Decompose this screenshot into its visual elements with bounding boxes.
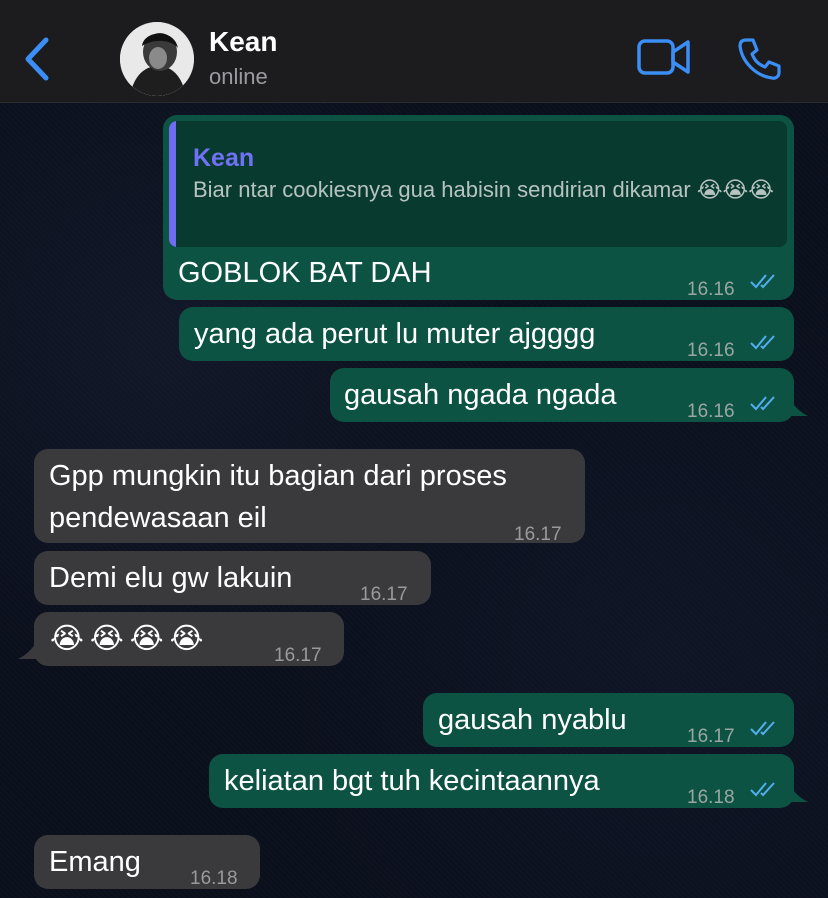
double-check-icon (750, 274, 775, 289)
message-text: gausah nyablu (438, 704, 627, 736)
message-text: keliatan bgt tuh kecintaannya (224, 765, 600, 797)
phone-icon (738, 38, 781, 80)
message-bubble-incoming[interactable]: Gpp mungkin itu bagian dari proses pende… (34, 449, 585, 545)
message-text-line: pendewasaan eil (49, 502, 267, 534)
message-time: 16.18 (190, 868, 238, 889)
bubble-tail (790, 400, 808, 416)
double-check-icon (750, 721, 775, 736)
chat-header: Kean online (0, 0, 828, 103)
message-bubble-outgoing[interactable]: keliatan bgt tuh kecintaannya 16.18 (209, 754, 794, 808)
message-bubble-incoming[interactable]: Emang 16.18 (34, 835, 260, 889)
bubble-tail (18, 643, 36, 659)
message-bubble-outgoing[interactable]: gausah nyablu 16.17 (423, 693, 794, 747)
message-bubble-outgoing[interactable]: gausah ngada ngada 16.16 (330, 368, 794, 422)
back-button[interactable] (22, 36, 54, 82)
quote-sender-name: Kean (193, 144, 255, 172)
reply-quote[interactable]: Kean Biar ntar cookiesnya gua habisin se… (169, 121, 787, 247)
bubble-tail (790, 786, 808, 802)
message-text: gausah ngada ngada (344, 379, 617, 411)
double-check-icon (750, 396, 775, 411)
message-time: 16.16 (687, 401, 735, 422)
message-text: yang ada perut lu muter ajgggg (194, 318, 596, 350)
message-time: 16.17 (687, 726, 735, 747)
message-time: 16.17 (360, 584, 408, 605)
message-time: 16.16 (687, 279, 735, 300)
avatar[interactable] (120, 22, 194, 96)
message-bubble-outgoing[interactable]: Kean Biar ntar cookiesnya gua habisin se… (163, 115, 794, 300)
message-text: Demi elu gw lakuin (49, 562, 293, 594)
video-camera-icon (637, 39, 690, 75)
contact-name[interactable]: Kean (209, 26, 277, 58)
message-bubble-incoming[interactable]: 😭😭😭😭 16.17 (34, 612, 344, 666)
message-time: 16.18 (687, 787, 735, 808)
double-check-icon (750, 335, 775, 350)
message-text: GOBLOK BAT DAH (178, 257, 432, 289)
video-call-button[interactable] (636, 36, 692, 78)
message-time: 16.16 (687, 340, 735, 361)
message-time: 16.17 (274, 645, 322, 666)
voice-call-button[interactable] (736, 36, 782, 82)
double-check-icon (750, 782, 775, 797)
message-text-line: Gpp mungkin itu bagian dari proses (49, 460, 507, 492)
message-time: 16.17 (514, 524, 562, 545)
quote-text: Biar ntar cookiesnya gua habisin sendiri… (193, 177, 774, 202)
quote-bar (169, 121, 176, 247)
contact-status: online (209, 64, 268, 89)
message-bubble-outgoing[interactable]: yang ada perut lu muter ajgggg 16.16 (179, 307, 794, 361)
message-bubble-incoming[interactable]: Demi elu gw lakuin 16.17 (34, 551, 431, 605)
message-text: Emang (49, 846, 141, 878)
chevron-left-icon (25, 37, 49, 81)
message-text: 😭😭😭😭 (50, 623, 210, 655)
